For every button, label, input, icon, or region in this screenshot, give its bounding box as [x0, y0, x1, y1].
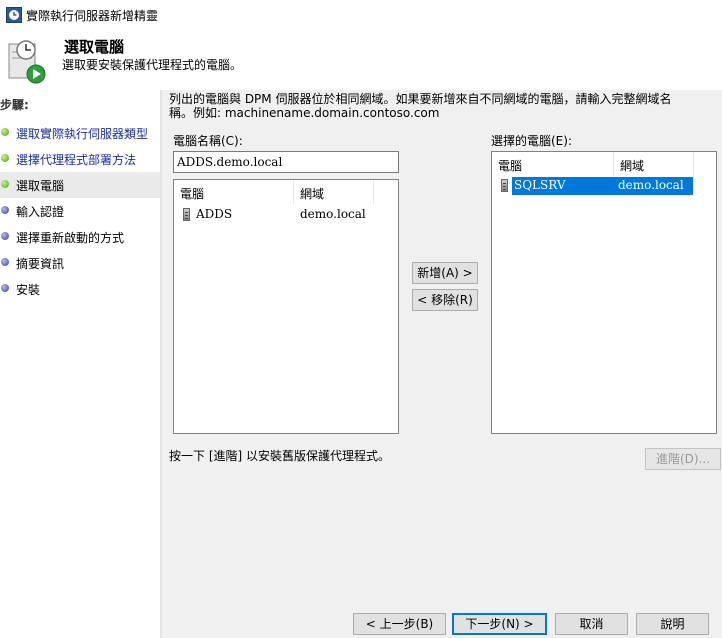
- step-label: 選擇代理程式部署方法: [16, 153, 137, 167]
- computer-cell: SQLSRV: [514, 178, 566, 192]
- wizard-header: 選取電腦 選取要安裝保護代理程式的電腦。: [0, 30, 722, 88]
- step-label: 選取實際執行伺服器類型: [16, 127, 149, 141]
- advanced-hint-text: 按一下 [進階] 以安裝舊版保護代理程式。: [169, 449, 390, 463]
- add-button[interactable]: 新增(A) >: [412, 262, 478, 284]
- page-title: 選取電腦: [64, 38, 125, 56]
- advanced-button[interactable]: 進階(D)...: [645, 448, 721, 470]
- list-header: 電腦 網域: [492, 152, 716, 176]
- selected-computers-label: 選擇的電腦(E):: [491, 134, 572, 148]
- step-pending-icon: [1, 232, 9, 240]
- steps-panel: 步驟: 選取實際執行伺服器類型 選擇代理程式部署方法 選取電腦 輸入認證 選擇重…: [0, 90, 160, 638]
- list-item[interactable]: ADDS demo.local: [174, 206, 398, 224]
- server-icon: [501, 179, 508, 192]
- step-install: 安裝: [0, 276, 160, 302]
- column-header-domain[interactable]: 網域: [614, 152, 694, 176]
- computer-name-input[interactable]: ADDS.demo.local: [173, 151, 399, 173]
- title-bar: 實際執行伺服器新增精靈: [0, 0, 722, 30]
- column-header-computer[interactable]: 電腦: [174, 180, 294, 204]
- step-select-deploy-method[interactable]: 選擇代理程式部署方法: [0, 146, 160, 172]
- step-label: 摘要資訊: [16, 257, 65, 271]
- list-item-selected[interactable]: SQLSRV demo.local: [492, 177, 716, 195]
- list-header: 電腦 網域: [174, 180, 398, 204]
- step-label: 安裝: [16, 283, 41, 297]
- step-label: 選取電腦: [16, 179, 65, 193]
- step-done-icon: [1, 154, 9, 162]
- remove-button[interactable]: < 移除(R): [412, 289, 478, 311]
- step-label: 輸入認證: [16, 205, 65, 219]
- back-button[interactable]: < 上一步(B): [353, 613, 446, 635]
- steps-title: 步驟:: [0, 98, 29, 112]
- step-pending-icon: [1, 284, 9, 292]
- column-header-domain[interactable]: 網域: [294, 180, 374, 204]
- server-icon: [183, 208, 190, 221]
- step-select-server-type[interactable]: 選取實際執行伺服器類型: [0, 120, 160, 146]
- computer-name-label: 電腦名稱(C):: [173, 134, 243, 148]
- column-header-computer[interactable]: 電腦: [492, 152, 614, 176]
- step-pending-icon: [1, 258, 9, 266]
- step-current-icon: [1, 180, 9, 188]
- window-title: 實際執行伺服器新增精靈: [26, 9, 159, 23]
- wizard-app-icon: [6, 7, 22, 23]
- step-label: 選擇重新啟動的方式: [16, 231, 125, 245]
- step-done-icon: [1, 128, 9, 136]
- domain-cell: demo.local: [300, 207, 366, 221]
- page-subtitle: 選取要安裝保護代理程式的電腦。: [62, 58, 243, 72]
- selected-computers-list[interactable]: 電腦 網域 SQLSRV demo.local: [491, 151, 717, 434]
- help-button[interactable]: 說明: [636, 613, 709, 635]
- description-text: 列出的電腦與 DPM 伺服器位於相同網域。如果要新增來自不同網域的電腦，請輸入完…: [169, 92, 672, 120]
- clock-server-icon: [8, 40, 46, 84]
- step-enter-credentials: 輸入認證: [0, 198, 160, 224]
- next-button[interactable]: 下一步(N) >: [452, 613, 547, 635]
- available-computers-list[interactable]: 電腦 網域 ADDS demo.local: [173, 179, 399, 434]
- steps-list: 選取實際執行伺服器類型 選擇代理程式部署方法 選取電腦 輸入認證 選擇重新啟動的…: [0, 120, 160, 302]
- step-pending-icon: [1, 206, 9, 214]
- step-restart-method: 選擇重新啟動的方式: [0, 224, 160, 250]
- cancel-button[interactable]: 取消: [555, 613, 628, 635]
- step-summary: 摘要資訊: [0, 250, 160, 276]
- computer-cell: ADDS: [196, 207, 233, 221]
- domain-cell: demo.local: [618, 178, 684, 192]
- step-select-computers: 選取電腦: [0, 172, 160, 198]
